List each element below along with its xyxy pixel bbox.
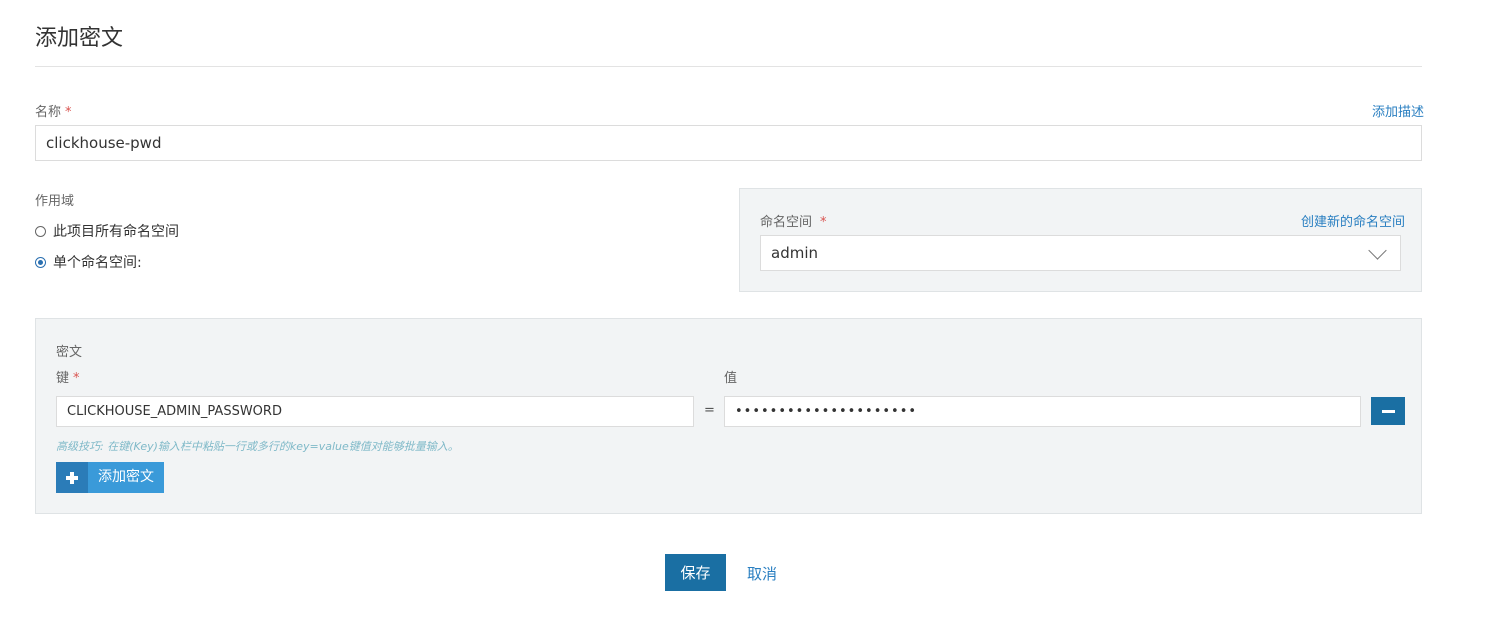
plus-icon-box — [56, 462, 88, 493]
name-required-mark: * — [65, 105, 72, 120]
add-description-link[interactable]: 添加描述 — [1372, 101, 1424, 120]
bulk-input-tip: 高级技巧: 在键(Key)输入栏中粘贴一行或多行的key=value键值对能够批… — [56, 440, 459, 453]
equals-sign: = — [704, 403, 715, 418]
scope-label: 作用域 — [35, 194, 75, 209]
scope-option-all-namespaces[interactable]: 此项目所有命名空间 — [35, 221, 179, 241]
radio-unchecked-icon[interactable] — [35, 225, 46, 237]
save-button[interactable]: 保存 — [665, 554, 726, 591]
namespace-label: 命名空间 * — [760, 211, 827, 230]
minus-icon — [1381, 409, 1395, 413]
secrets-section-label: 密文 — [56, 345, 83, 360]
scope-option-single-label: 单个命名空间: — [53, 255, 142, 271]
namespace-required-mark: * — [820, 215, 827, 230]
namespace-selected-value: admin — [771, 244, 818, 262]
key-required-mark: * — [73, 371, 80, 386]
namespace-label-text: 命名空间 — [760, 215, 813, 230]
cancel-button[interactable]: 取消 — [747, 563, 777, 584]
name-input[interactable] — [35, 125, 1422, 161]
name-label-text: 名称 — [35, 105, 62, 120]
value-label: 值 — [724, 371, 738, 386]
scope-option-all-label: 此项目所有命名空间 — [53, 224, 179, 240]
create-namespace-link[interactable]: 创建新的命名空间 — [1301, 211, 1405, 230]
radio-checked-icon[interactable] — [35, 256, 46, 268]
secret-key-input[interactable] — [56, 396, 694, 427]
plus-icon — [66, 471, 78, 484]
key-label-text: 键 — [56, 371, 70, 386]
chevron-down-icon — [1368, 240, 1387, 260]
secret-value-input[interactable] — [724, 396, 1361, 427]
page-title: 添加密文 — [35, 26, 124, 51]
namespace-select[interactable]: admin — [760, 235, 1401, 271]
name-label: 名称 * — [35, 101, 72, 120]
remove-secret-button[interactable] — [1371, 397, 1405, 425]
scope-option-single-namespace[interactable]: 单个命名空间: — [35, 252, 142, 272]
title-divider — [35, 66, 1422, 67]
add-secret-button[interactable]: 添加密文 — [56, 462, 164, 493]
add-secret-label: 添加密文 — [98, 469, 154, 485]
key-label: 键 * — [56, 367, 80, 386]
